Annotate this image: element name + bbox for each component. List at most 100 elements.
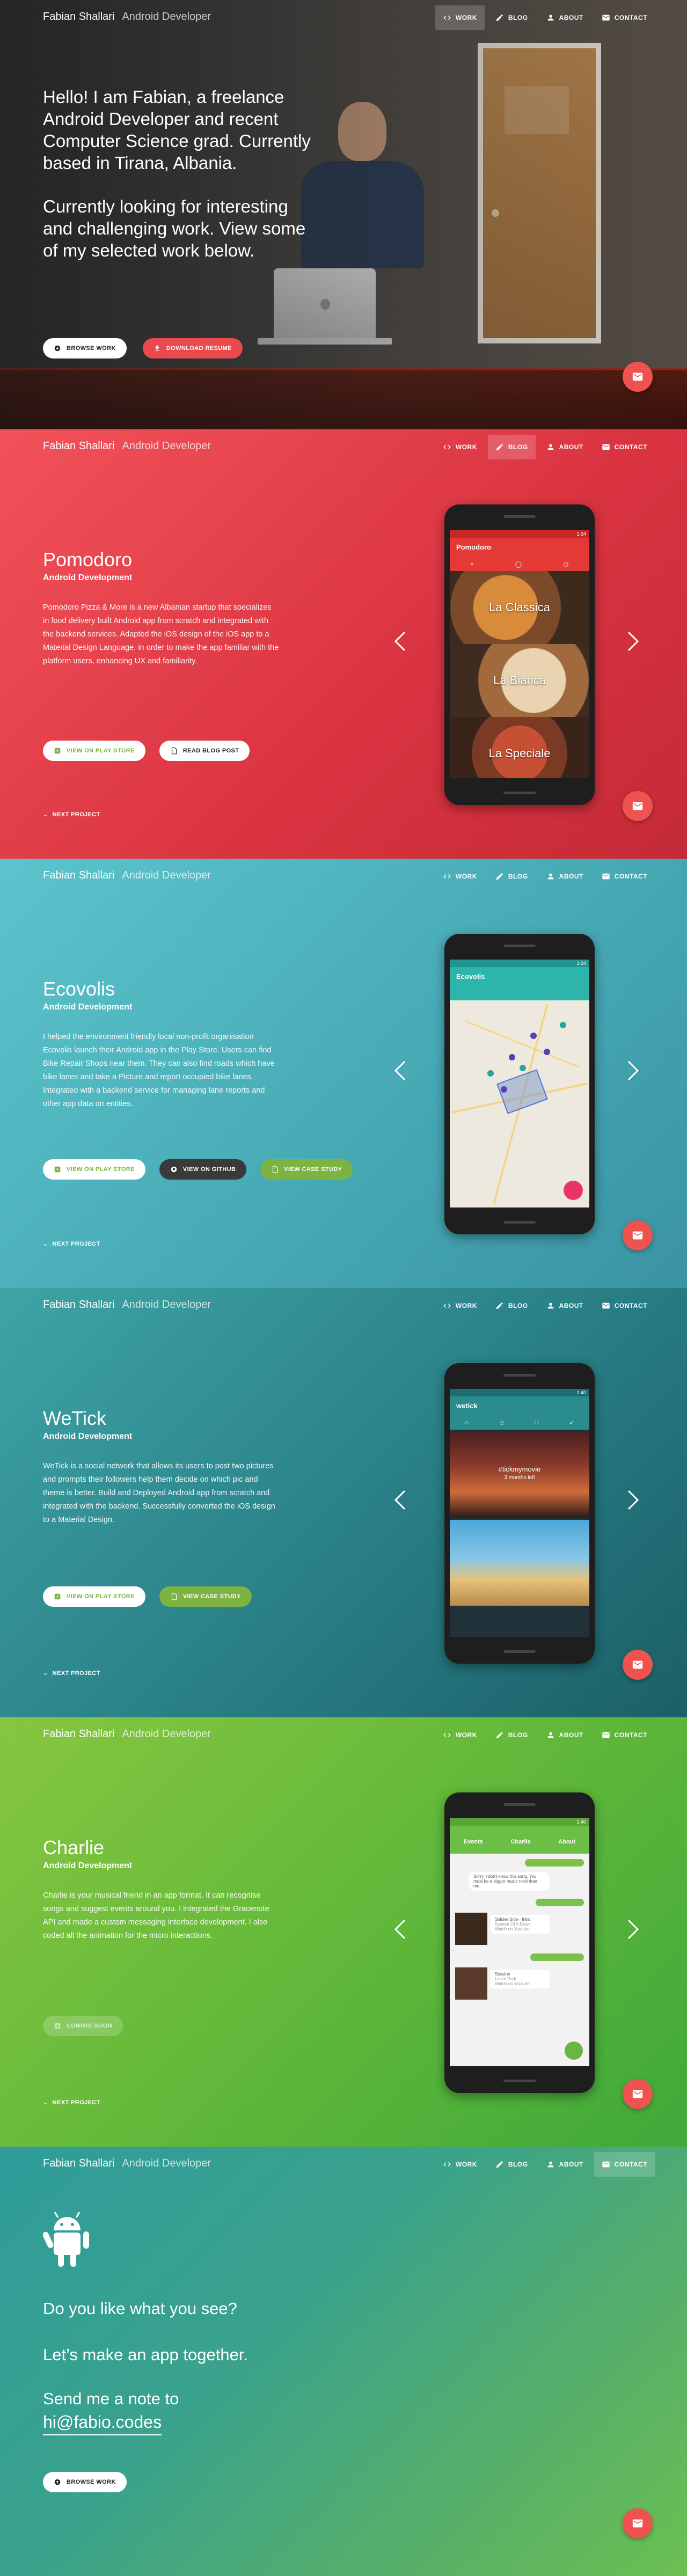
app-screenshot: 1:40 wetick ⌂ ☉ □ ✓ #tickmymovie 3 months le…: [450, 1389, 589, 1637]
nav-item-blog[interactable]: BLOG: [488, 864, 536, 889]
mail-icon: [602, 1302, 610, 1309]
next-screenshot-arrow[interactable]: [625, 628, 641, 655]
nav-item-blog[interactable]: BLOG: [488, 5, 536, 30]
top-navigation: Fabian Shallari Android Developer WORK BL…: [0, 1717, 687, 1752]
email-link[interactable]: hi@fabio.codes: [43, 2412, 162, 2435]
app-toolbar: Events Charlie About: [450, 1826, 589, 1854]
nav-item-about[interactable]: ABOUT: [539, 1293, 591, 1318]
contact-section: Fabian Shallari Android Developer WORK BL…: [0, 2147, 687, 2576]
nav-item-contact[interactable]: CONTACT: [594, 435, 655, 459]
tick-card: #tickmymovie 3 months left: [450, 1432, 589, 1518]
github-button[interactable]: VIEW ON GITHUB: [159, 1159, 247, 1180]
next-project-link[interactable]: ⌄ NEXT PROJECT: [43, 811, 100, 818]
mail-icon: [632, 1231, 643, 1240]
next-screenshot-arrow[interactable]: [625, 1487, 641, 1513]
nav-item-blog[interactable]: BLOG: [488, 2152, 536, 2177]
nav-item-work[interactable]: WORK: [435, 1293, 485, 1318]
nav-item-label: ABOUT: [559, 14, 583, 21]
brand[interactable]: Fabian Shallari Android Developer: [43, 1299, 211, 1311]
map-pin: [530, 1033, 537, 1039]
app-title: Pomodoro: [456, 543, 491, 551]
previous-screenshot-arrow[interactable]: [392, 1057, 408, 1084]
pencil-icon: [496, 1302, 503, 1309]
nav-item-work[interactable]: WORK: [435, 5, 485, 30]
map-pin: [560, 1022, 566, 1028]
contact-fab[interactable]: [623, 2079, 653, 2109]
play-store-button[interactable]: VIEW ON PLAY STORE: [43, 1586, 145, 1607]
mail-icon: [602, 444, 610, 450]
nav-item-blog[interactable]: BLOG: [488, 1293, 536, 1318]
previous-screenshot-arrow[interactable]: [392, 628, 408, 655]
chevron-down-icon: ⌄: [43, 811, 48, 818]
contact-fab[interactable]: [623, 1650, 653, 1680]
download-resume-button[interactable]: DOWNLOAD RESUME: [142, 338, 243, 358]
play-store-icon: [54, 2022, 61, 2030]
document-icon: [170, 747, 178, 755]
project-subtitle: Android Development: [43, 1861, 133, 1870]
next-project-link[interactable]: ⌄ NEXT PROJECT: [43, 1670, 100, 1677]
nav-item-about[interactable]: ABOUT: [539, 864, 591, 889]
contact-fab[interactable]: [623, 791, 653, 821]
nav-item-work[interactable]: WORK: [435, 864, 485, 889]
brand-role: Android Developer: [122, 1299, 211, 1311]
mail-icon: [632, 372, 643, 381]
arrow-up-icon: [54, 2478, 61, 2486]
nav-item-blog[interactable]: BLOG: [487, 435, 536, 459]
nav-item-about[interactable]: ABOUT: [539, 5, 591, 30]
hero-buttons: BROWSE WORK DOWNLOAD RESUME: [43, 338, 243, 358]
brand-name: Fabian Shallari: [43, 1728, 115, 1740]
chevron-left-icon: [394, 1490, 406, 1510]
brand[interactable]: Fabian Shallari Android Developer: [43, 440, 211, 452]
nav-item-blog[interactable]: BLOG: [488, 1723, 536, 1747]
phone-mockup: 1:34 Pomodoro ▿ ◯ ◷ La Classica La Bianca …: [444, 504, 595, 805]
brand-role: Android Developer: [122, 2157, 211, 2169]
nav-item-work[interactable]: WORK: [435, 1723, 485, 1747]
nav-item-label: BLOG: [508, 14, 528, 21]
tab-events: Events: [463, 1839, 483, 1845]
nav-item-contact[interactable]: CONTACT: [594, 2152, 655, 2177]
play-store-button[interactable]: VIEW ON PLAY STORE: [43, 1159, 145, 1180]
next-screenshot-arrow[interactable]: [625, 1916, 641, 1943]
brand[interactable]: Fabian Shallari Android Developer: [43, 1728, 211, 1740]
brand-role: Android Developer: [122, 11, 211, 23]
code-icon: [443, 2162, 451, 2167]
sent-message: [536, 1899, 584, 1906]
nav-item-work[interactable]: WORK: [435, 435, 485, 459]
map-pin: [544, 1049, 550, 1055]
contact-fab[interactable]: [623, 2508, 653, 2538]
map-pin: [487, 1070, 494, 1077]
play-store-button[interactable]: VIEW ON PLAY STORE: [43, 741, 145, 761]
next-screenshot-arrow[interactable]: [625, 1057, 641, 1084]
brand[interactable]: Fabian Shallari Android Developer: [43, 11, 211, 23]
contact-fab[interactable]: [623, 362, 653, 392]
next-project-link[interactable]: ⌄ NEXT PROJECT: [43, 2099, 100, 2106]
nav-item-about[interactable]: ABOUT: [539, 435, 591, 459]
nav-item-work[interactable]: WORK: [435, 2152, 485, 2177]
nav-item-contact[interactable]: CONTACT: [594, 1723, 655, 1747]
previous-screenshot-arrow[interactable]: [392, 1487, 408, 1513]
browse-work-button[interactable]: BROWSE WORK: [43, 2472, 127, 2492]
pencil-icon: [496, 443, 503, 450]
nav-item-contact[interactable]: CONTACT: [594, 864, 655, 889]
case-study-button[interactable]: VIEW CASE STUDY: [260, 1159, 353, 1180]
brand[interactable]: Fabian Shallari Android Developer: [43, 869, 211, 882]
cart-icon: ◯: [515, 561, 522, 568]
nav-menu: WORK BLOG ABOUT CONTACT: [435, 1293, 655, 1318]
person-icon: [547, 873, 553, 880]
previous-screenshot-arrow[interactable]: [392, 1916, 408, 1943]
nav-item-contact[interactable]: CONTACT: [594, 1293, 655, 1318]
contact-fab[interactable]: [623, 1220, 653, 1250]
nav-item-about[interactable]: ABOUT: [539, 1723, 591, 1747]
brand[interactable]: Fabian Shallari Android Developer: [43, 2157, 211, 2170]
mail-icon: [602, 14, 610, 21]
person-icon: [547, 1302, 553, 1309]
read-blog-post-button[interactable]: READ BLOG POST: [159, 741, 250, 761]
nav-item-about[interactable]: ABOUT: [539, 2152, 591, 2177]
ticket-icon: □: [535, 1419, 539, 1426]
next-project-link[interactable]: ⌄ NEXT PROJECT: [43, 1240, 100, 1248]
coming-soon-button[interactable]: COMING SOON: [43, 2016, 123, 2036]
nav-item-contact[interactable]: CONTACT: [594, 5, 655, 30]
case-study-button[interactable]: VIEW CASE STUDY: [159, 1586, 252, 1607]
browse-work-button[interactable]: BROWSE WORK: [43, 338, 127, 358]
nav-menu: WORK BLOG ABOUT CONTACT: [435, 1723, 655, 1747]
